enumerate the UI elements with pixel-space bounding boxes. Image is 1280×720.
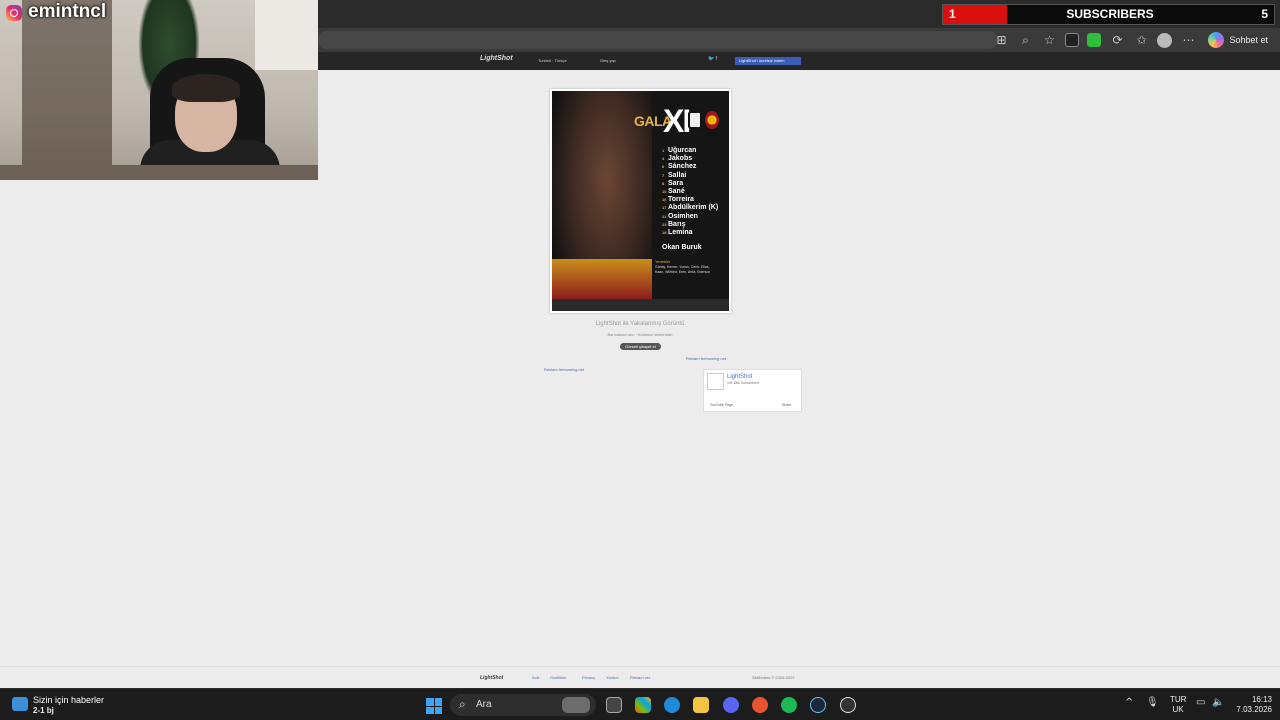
report-button[interactable]: Görseli şikayet et: [620, 343, 661, 350]
microphone-icon[interactable]: 🎙: [1146, 697, 1159, 708]
search-placeholder: Ara: [476, 699, 492, 710]
player-row: 21 Osimhen: [662, 212, 698, 220]
webcam-overlay: emintncl: [0, 0, 318, 180]
copilot-label: Sohbet et: [1229, 35, 1268, 45]
subscriber-goal-overlay: 1 SUBSCRIBERS 5: [942, 4, 1275, 25]
zoom-icon[interactable]: ⌕: [1017, 32, 1033, 48]
screenshot-image[interactable]: GALA XI 1 Uğurcan 4 Jakobs 6 Sánchez 7 Salla…: [550, 89, 731, 313]
start-button-icon[interactable]: [426, 698, 442, 714]
player-kit: [552, 259, 652, 299]
download-button[interactable]: LightShot'ı ücretsiz indirin: [735, 57, 801, 65]
galatasaray-badge-icon: [705, 111, 719, 129]
refresh-icon[interactable]: ⟳: [1109, 32, 1125, 48]
news-widget-title[interactable]: Sizin için haberler: [33, 695, 104, 705]
footer-link[interactable]: Özellikler: [550, 675, 566, 680]
subscriber-progress: 1: [943, 5, 1007, 24]
player-row: 18 Lemina: [662, 229, 693, 237]
subs-title: Yedekler: [655, 259, 671, 264]
instagram-icon: [6, 5, 22, 21]
steam-icon[interactable]: [810, 697, 826, 713]
site-footer: LightShot İndir Özellikler Privacy Yardı…: [0, 666, 1280, 688]
poster-footer-bar: [552, 299, 729, 311]
poster-xi: XI: [663, 103, 691, 139]
player-row: 1 Uğurcan: [662, 147, 697, 154]
search-highlight-icon: [562, 697, 590, 713]
youtube-page-button[interactable]: YouTube Page: [710, 403, 733, 407]
tray-chevron-icon[interactable]: ^: [1125, 697, 1133, 708]
youtube-widget: LightShot 191,886 Subscribers YouTube Pa…: [703, 369, 802, 412]
footer-link[interactable]: Yardım: [606, 675, 619, 680]
copilot-app-icon[interactable]: [635, 697, 651, 713]
brave-icon[interactable]: [752, 697, 768, 713]
player-row: 23 Barış: [662, 220, 686, 228]
search-icon: ⌕: [459, 697, 466, 711]
favorites-icon[interactable]: ✩: [1133, 32, 1149, 48]
player-row: 4 Jakobs: [662, 155, 693, 163]
image-caption: LightShot ile Yakalanmış Görüntü: [595, 321, 685, 327]
social-icons[interactable]: 🐦 f: [708, 56, 717, 62]
player-row: 10 Sané: [662, 188, 685, 196]
language-indicator[interactable]: TUR UK: [1170, 695, 1186, 715]
subscriber-goal: 5: [1261, 7, 1268, 21]
player-row: 6 Sánchez: [662, 163, 697, 171]
obs-icon[interactable]: [840, 697, 856, 713]
network-icon[interactable]: ▭: [1196, 697, 1205, 708]
footer-link[interactable]: Reklam ver: [630, 675, 650, 680]
player-row: 8 Sara: [662, 179, 684, 187]
ad-link-left[interactable]: Reklam freewaring.net: [544, 367, 584, 372]
login-link[interactable]: Giriş yap: [600, 58, 616, 63]
taskbar-search[interactable]: ⌕ Ara: [450, 694, 596, 716]
news-widget-icon[interactable]: [12, 697, 28, 711]
streamer-hair: [172, 74, 240, 102]
lightshot-feather-icon: [707, 373, 724, 390]
split-screen-icon[interactable]: ⊞: [993, 32, 1009, 48]
besiktas-badge-icon: [688, 111, 702, 129]
player-list: 1 Uğurcan 4 Jakobs 6 Sánchez 7 Sallai 8 Sara …: [662, 147, 718, 237]
toolbar-icons: ⊞ ⌕ ☆ ⟳ ✩ ⋯ Sohbet et: [993, 30, 1272, 50]
task-view-icon[interactable]: [606, 697, 622, 713]
language-selector[interactable]: Turkish · Türkçe: [538, 58, 567, 63]
image-meta: Barınaktan alın · Kullanıcı tarafından: [607, 332, 673, 337]
coach-name: Okan Buruk: [662, 244, 702, 251]
favorite-star-icon[interactable]: ☆: [1041, 32, 1057, 48]
webcam-background-window: [255, 0, 318, 70]
volume-icon[interactable]: 🔈: [1212, 697, 1224, 708]
subscriber-label: SUBSCRIBERS: [1066, 7, 1154, 21]
spotify-icon[interactable]: [781, 697, 797, 713]
news-widget-score[interactable]: 2-1 bj: [33, 706, 54, 715]
desk: [0, 165, 318, 180]
address-bar[interactable]: [318, 31, 998, 49]
webcam-background-door: [22, 0, 112, 170]
subs-list: Günay, Kerem, Yunus, Cenk, Elias, Kaan, …: [655, 265, 711, 274]
copilot-icon: [1208, 32, 1225, 48]
copilot-button[interactable]: Sohbet et: [1204, 32, 1272, 48]
system-clock[interactable]: 16:13 7.03.2026: [1232, 695, 1272, 715]
extension-icon[interactable]: [1065, 33, 1080, 47]
ad-link-right[interactable]: Reklam freewaring.net: [686, 356, 726, 361]
youtube-share-button[interactable]: Share: [782, 403, 791, 407]
footer-link[interactable]: İndir: [532, 675, 540, 680]
more-icon[interactable]: ⋯: [1180, 32, 1196, 48]
footer-link[interactable]: Privacy: [582, 675, 595, 680]
profile-icon[interactable]: [1157, 32, 1173, 48]
lineup-poster: GALA XI 1 Uğurcan 4 Jakobs 6 Sánchez 7 Salla…: [552, 91, 729, 311]
player-row: 17 Abdülkerim (K): [662, 204, 719, 212]
screen: ⊞ ⌕ ☆ ⟳ ✩ ⋯ Sohbet et 1 SUBSCRIBERS 5 Li…: [0, 0, 1280, 720]
windows-taskbar: Sizin için haberler 2-1 bj ⌕ Ara ^ 🎙 TUR…: [0, 688, 1280, 720]
channel-name: emintncl: [28, 1, 107, 22]
footer-logo[interactable]: LightShot: [480, 675, 503, 681]
youtube-channel-name[interactable]: LightShot: [727, 374, 752, 380]
player-row: 16 Torreira: [662, 196, 694, 204]
discord-icon[interactable]: [723, 697, 739, 713]
player-row: 7 Sallai: [662, 171, 687, 179]
lightshot-logo[interactable]: LightShot: [480, 55, 513, 62]
file-explorer-icon[interactable]: [693, 697, 709, 713]
extension-icon[interactable]: [1087, 33, 1102, 47]
footer-copyright: Skillbrains © 2009-2022: [752, 675, 795, 680]
youtube-subscribers: 191,886 Subscribers: [727, 381, 760, 385]
edge-icon[interactable]: [664, 697, 680, 713]
